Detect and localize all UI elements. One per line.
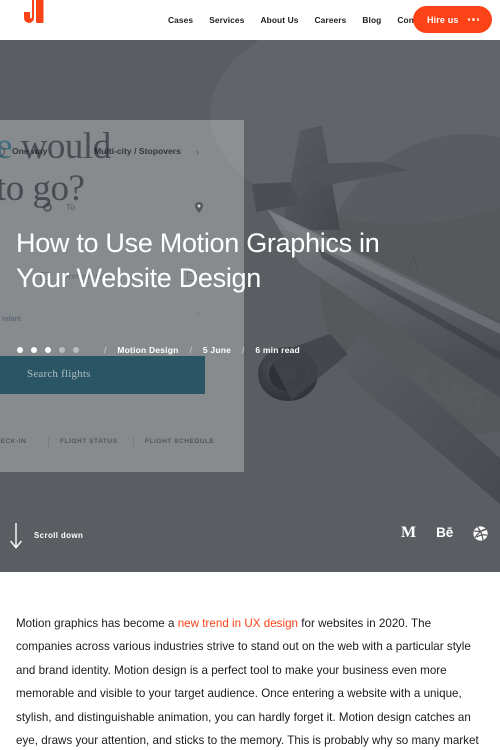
- meta-separator-3: /: [242, 345, 245, 355]
- mock-multi-city-label[interactable]: Multi-city / Stopovers: [94, 146, 181, 156]
- hero-category[interactable]: Motion Design: [117, 345, 178, 355]
- carousel-dot-2[interactable]: [31, 347, 37, 353]
- mock-service-tabs: CHECK-IN FLIGHT STATUS FLIGHT SCHEDULE: [0, 437, 244, 452]
- carousel-dots[interactable]: [17, 347, 79, 353]
- mock-tab-divider-1: [48, 437, 49, 449]
- mock-headline: e e wouldwould to go?: [0, 126, 111, 210]
- ellipsis-icon[interactable]: [467, 18, 479, 21]
- mock-to-field[interactable]: To: [66, 202, 75, 212]
- carousel-dot-4[interactable]: [59, 347, 65, 353]
- hero-date: 5 June: [202, 345, 232, 355]
- mock-tab-check-in[interactable]: CHECK-IN: [0, 438, 26, 445]
- mock-one-way-label[interactable]: One way: [12, 146, 47, 156]
- mock-infant-label: Infant: [2, 316, 22, 323]
- nav-item-blog[interactable]: Blog: [362, 15, 381, 25]
- article-text-rest: for websites in 2020. The companies acro…: [16, 617, 479, 748]
- location-pin-icon: [195, 202, 203, 213]
- main-navigation: Cases Services About Us Careers Blog Con…: [168, 0, 429, 40]
- nav-item-about-us[interactable]: About Us: [260, 15, 298, 25]
- dribbble-icon[interactable]: [473, 523, 488, 543]
- mock-circle-icon: [43, 203, 52, 212]
- mock-destination-row: To: [0, 201, 244, 217]
- mock-tab-flight-status[interactable]: FLIGHT STATUS: [60, 438, 118, 445]
- mock-search-flights-button[interactable]: Search flights: [0, 356, 205, 394]
- arrow-down-icon[interactable]: [9, 522, 23, 550]
- mock-tab-flight-schedule[interactable]: FLIGHT SCHEDULE: [145, 438, 214, 445]
- carousel-dot-3[interactable]: [45, 347, 51, 353]
- hire-us-button[interactable]: Hire us: [412, 6, 492, 33]
- hero-section: A380 e e wouldwould to go? On: [0, 34, 500, 572]
- mock-search-flights-label: Search flights: [27, 368, 91, 380]
- site-header: Cases Services About Us Careers Blog Con…: [0, 0, 500, 40]
- flight-search-widget-mock: e e wouldwould to go? One way Multi-city…: [0, 120, 244, 472]
- mock-tab-divider-2: [133, 437, 134, 449]
- scroll-down-label[interactable]: Scroll down: [34, 531, 83, 540]
- page-root: Cases Services About Us Careers Blog Con…: [0, 0, 500, 750]
- medium-icon[interactable]: M: [401, 523, 416, 543]
- mock-stepper-icon: ↑: [196, 310, 200, 319]
- article-paragraph: Motion graphics has become a new trend i…: [16, 612, 484, 750]
- meta-separator-2: /: [189, 345, 192, 355]
- chevron-right-icon[interactable]: ›: [196, 147, 199, 157]
- carousel-dot-5[interactable]: [73, 347, 79, 353]
- hero-footer-bar: Scroll down M Bē: [0, 506, 500, 572]
- article-body: Motion graphics has become a new trend i…: [0, 572, 500, 750]
- hero-title: How to Use Motion Graphics in Your Websi…: [16, 228, 380, 293]
- social-links: M Bē: [401, 523, 488, 543]
- nav-item-careers[interactable]: Careers: [314, 15, 346, 25]
- ux-design-link[interactable]: new trend in UX design: [178, 617, 298, 630]
- hire-us-label: Hire us: [426, 14, 459, 25]
- article-text-lead: Motion graphics has become a: [16, 617, 178, 630]
- carousel-dot-1[interactable]: [17, 347, 23, 353]
- hero-read-time: 6 min read: [255, 345, 300, 355]
- meta-separator-1: /: [104, 345, 107, 355]
- nav-item-services[interactable]: Services: [209, 15, 244, 25]
- company-logo[interactable]: [20, 0, 50, 32]
- nav-item-cases[interactable]: Cases: [168, 15, 193, 25]
- behance-icon[interactable]: Bē: [436, 523, 453, 543]
- hero-meta-row: / Motion Design / 5 June / 6 min read: [17, 342, 300, 358]
